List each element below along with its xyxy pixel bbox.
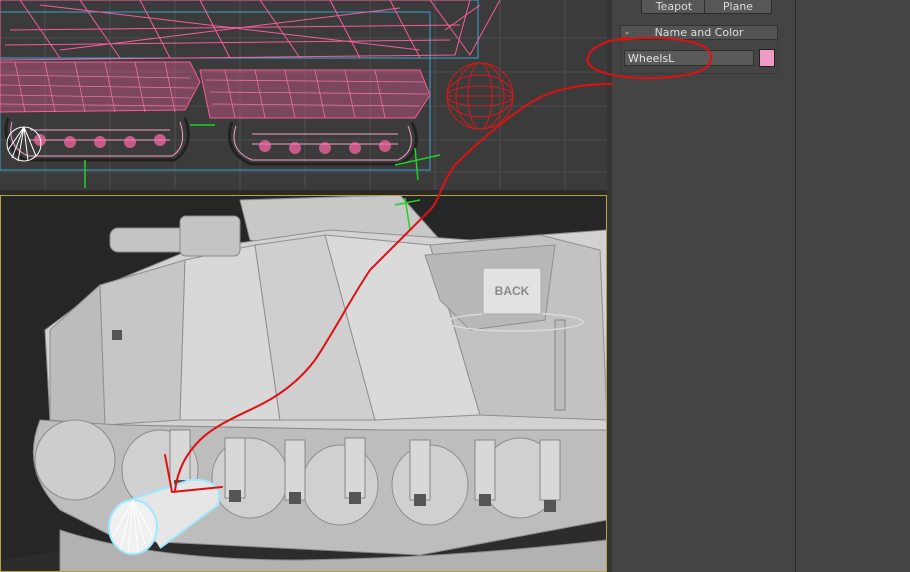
rollout-title: Name and Color <box>654 26 744 39</box>
command-panel: Teapot Plane - Name and Color <box>612 0 795 572</box>
viewport-perspective-canvas <box>0 195 607 572</box>
viewport-top[interactable] <box>0 0 607 190</box>
name-and-color-rollout-header[interactable]: - Name and Color <box>620 25 778 40</box>
viewport-perspective[interactable] <box>0 195 607 572</box>
object-name-field[interactable] <box>624 50 754 66</box>
object-color-swatch[interactable] <box>759 49 775 67</box>
plane-button[interactable]: Plane <box>704 0 772 14</box>
panel-margin <box>795 0 910 572</box>
viewport-top-canvas <box>0 0 607 190</box>
teapot-button[interactable]: Teapot <box>641 0 707 14</box>
